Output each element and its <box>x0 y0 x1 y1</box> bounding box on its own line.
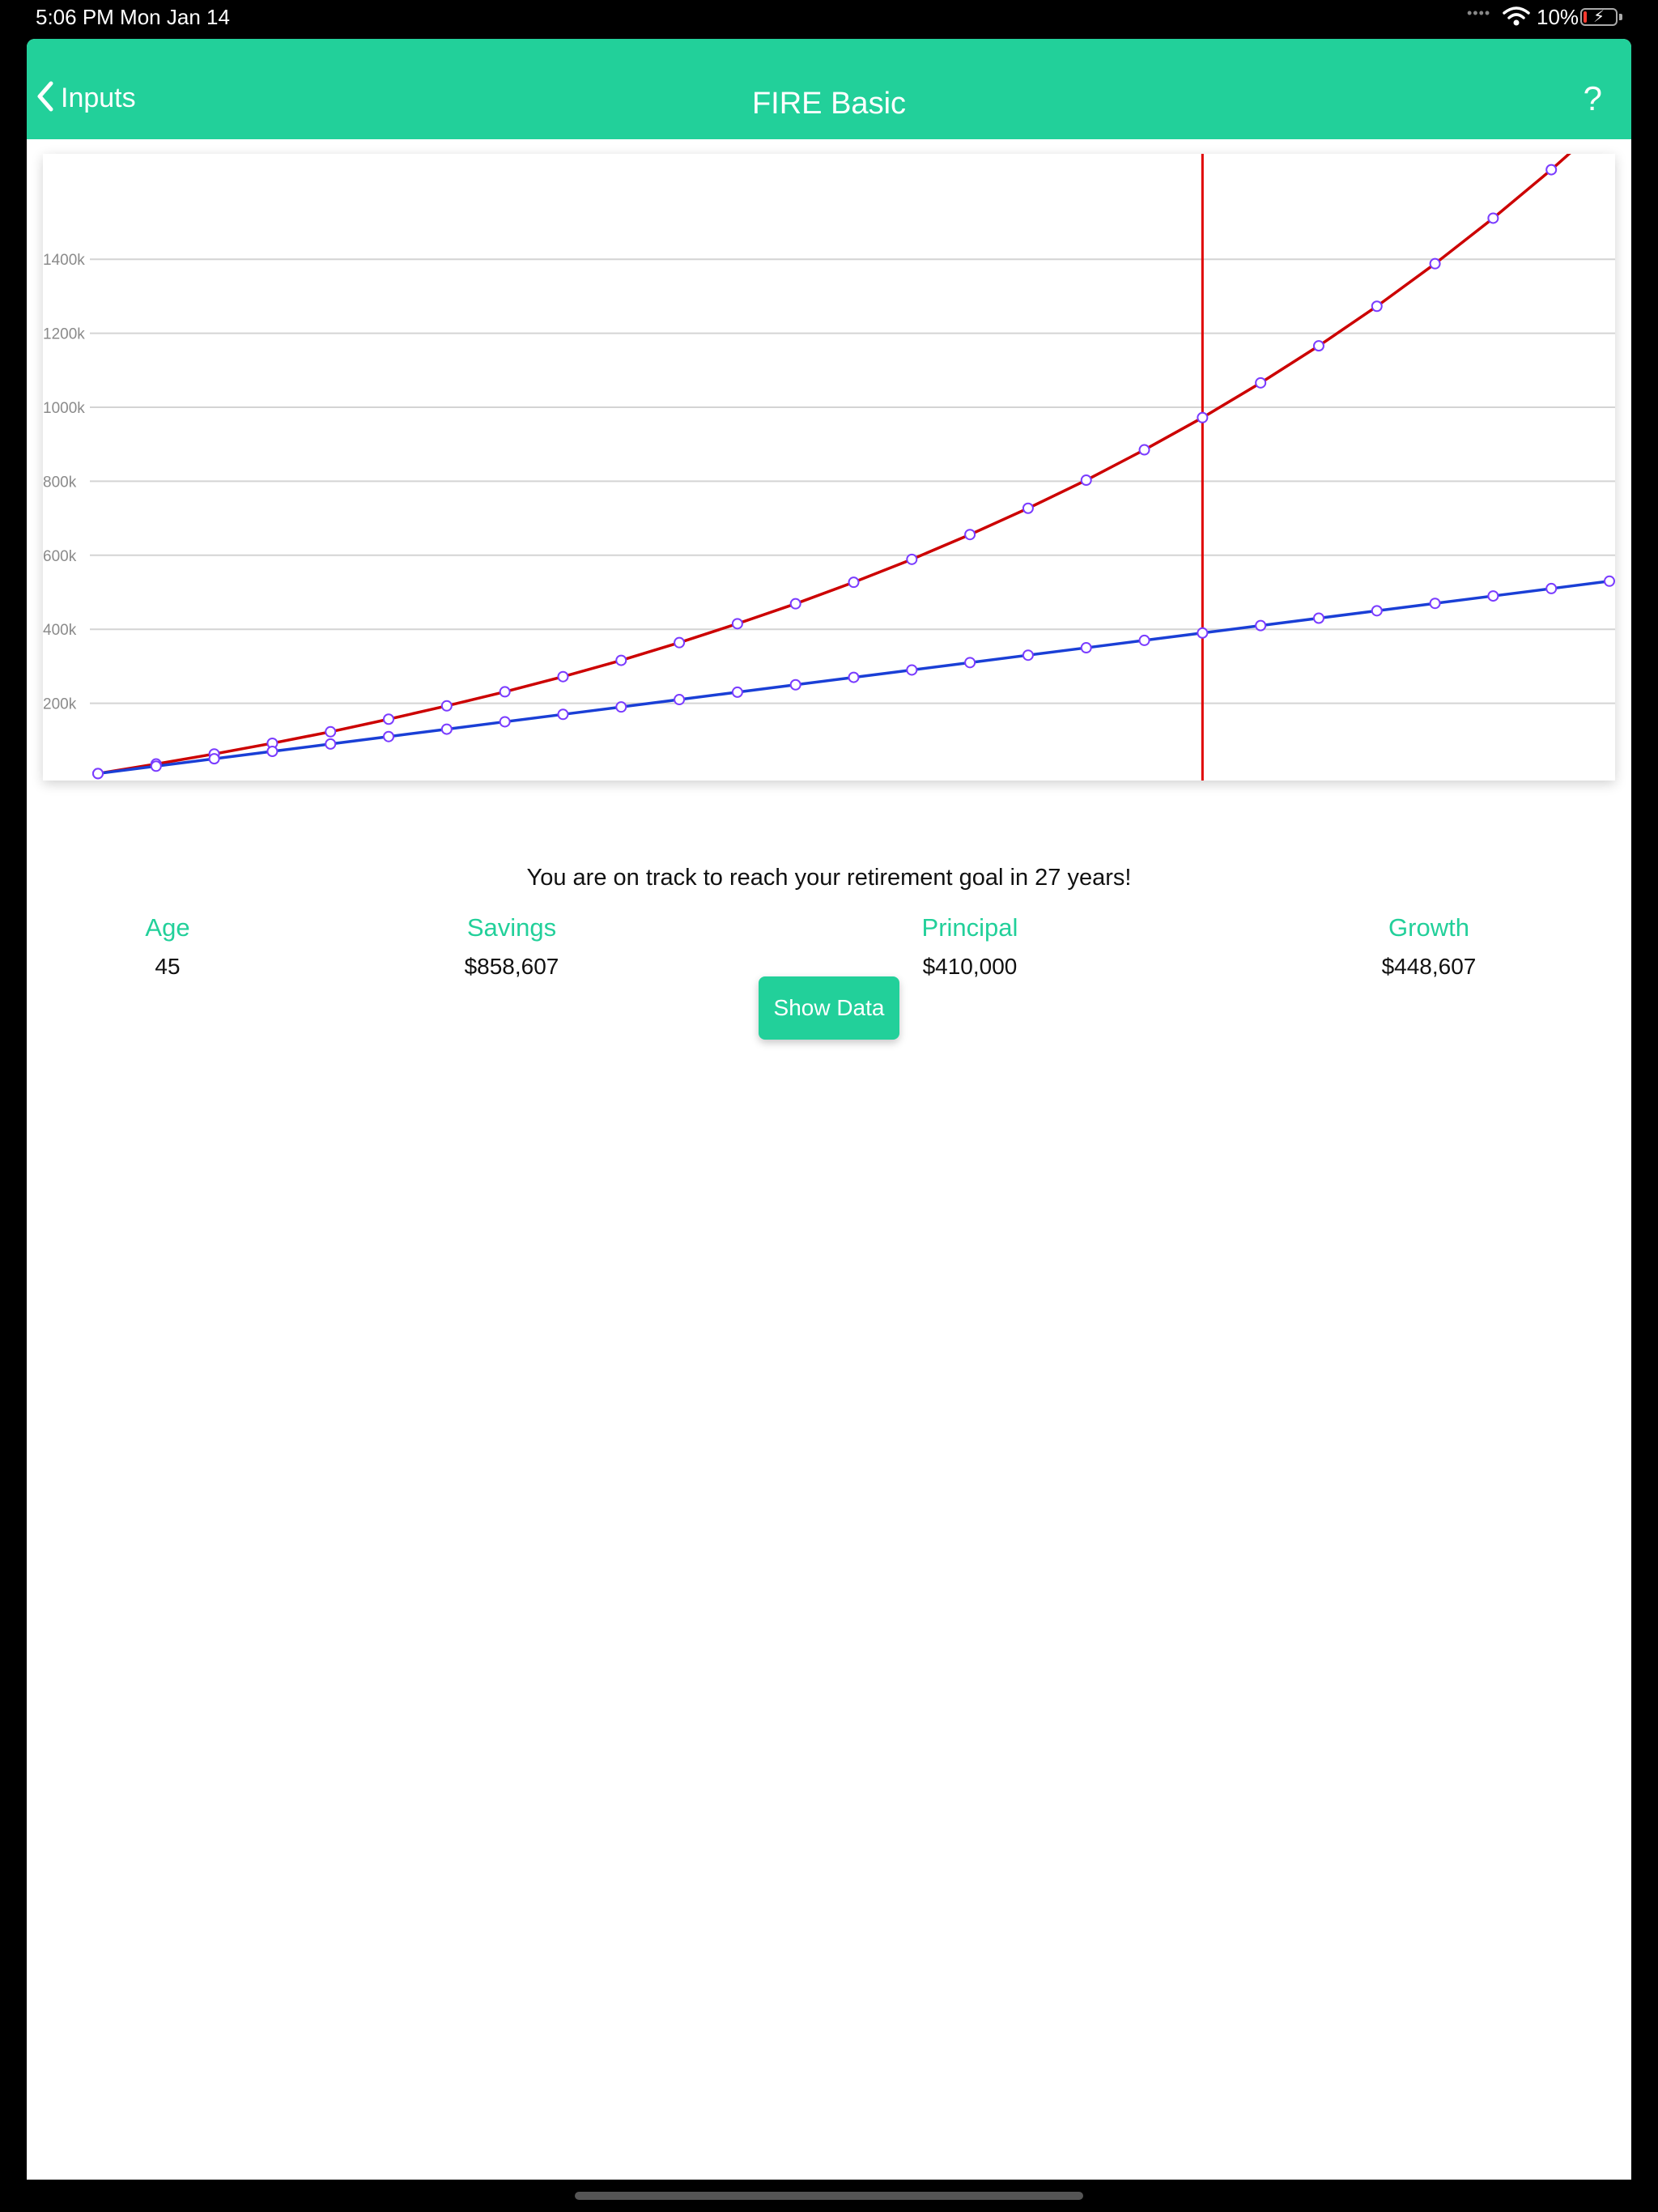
data-point <box>1022 649 1034 661</box>
help-button[interactable]: ? <box>1584 79 1602 118</box>
result-message: You are on track to reach your retiremen… <box>526 865 1132 891</box>
data-point <box>1487 590 1499 602</box>
data-point <box>557 670 569 683</box>
data-point <box>1371 300 1383 313</box>
data-point <box>499 716 511 728</box>
data-point <box>906 553 918 565</box>
data-point <box>440 723 453 735</box>
data-point <box>1429 257 1441 270</box>
battery-percent: 10% <box>1537 5 1579 29</box>
back-button-label: Inputs <box>61 82 136 113</box>
cellular-signal-icon: •••• <box>1467 5 1491 21</box>
data-point <box>1138 444 1150 456</box>
data-point <box>1022 502 1034 514</box>
stat-label: Principal <box>921 913 1018 942</box>
data-point <box>1080 474 1092 487</box>
savings-chart: 200k 400k 600k 800k 1000k 1200k 1400k <box>43 154 1615 781</box>
status-time: 5:06 PM Mon Jan 14 <box>36 5 230 29</box>
battery-icon: ⚡ <box>1580 8 1618 26</box>
chart-svg: 200k 400k 600k 800k 1000k 1200k 1400k <box>43 154 1615 781</box>
data-point <box>557 708 569 721</box>
stat-savings: Savings $858,607 <box>350 913 674 980</box>
stat-label: Savings <box>466 913 557 942</box>
data-point <box>906 664 918 676</box>
data-point <box>964 657 976 669</box>
data-point <box>150 760 162 772</box>
data-point <box>499 686 511 698</box>
y-tick-label: 800k <box>43 474 77 491</box>
data-point <box>383 713 395 725</box>
data-point <box>1255 619 1267 632</box>
stat-value: $858,607 <box>464 954 559 979</box>
data-point <box>674 694 686 706</box>
data-point <box>789 598 801 610</box>
data-point <box>1312 612 1324 624</box>
y-tick-label: 400k <box>43 622 77 639</box>
y-tick-label: 600k <box>43 548 77 565</box>
show-data-button[interactable]: Show Data <box>759 976 899 1040</box>
stats-row: Age 45 Savings $858,607 Principal $410,0… <box>27 913 1631 986</box>
data-point <box>266 746 278 758</box>
data-point <box>615 701 627 713</box>
stat-label: Age <box>145 913 190 942</box>
chevron-left-icon <box>35 80 56 117</box>
data-point <box>1080 642 1092 654</box>
data-point <box>789 678 801 691</box>
data-point <box>674 636 686 649</box>
data-point <box>440 700 453 712</box>
data-point <box>383 730 395 742</box>
data-point <box>1197 411 1209 423</box>
data-point <box>1255 376 1267 389</box>
data-point <box>1312 340 1324 352</box>
stat-age: Age 45 <box>27 913 329 980</box>
data-point <box>1371 605 1383 617</box>
stat-label: Growth <box>1388 913 1469 942</box>
data-point <box>1545 164 1558 176</box>
y-tick-label: 200k <box>43 696 77 713</box>
stat-value: $448,607 <box>1381 954 1477 979</box>
status-bar: 5:06 PM Mon Jan 14 •••• 10% ⚡ <box>0 0 1658 37</box>
data-point <box>1138 634 1150 646</box>
navigation-bar: Inputs FIRE Basic ? <box>27 39 1631 139</box>
page-title: FIRE Basic <box>751 87 907 121</box>
y-tick-label: 1000k <box>43 400 85 417</box>
wifi-icon <box>1503 5 1530 33</box>
data-point <box>964 529 976 541</box>
data-point <box>1197 627 1209 639</box>
data-point <box>325 738 337 750</box>
y-tick-label: 1200k <box>43 326 85 343</box>
data-point <box>325 725 337 738</box>
data-point <box>1429 598 1441 610</box>
app-window: Inputs FIRE Basic ? 200k 400k 600k 800k 1000… <box>27 39 1631 2180</box>
data-point <box>1545 582 1558 594</box>
stat-principal: Principal $410,000 <box>808 913 1132 980</box>
data-point <box>848 576 860 589</box>
y-tick-label: 1400k <box>43 252 85 269</box>
data-point <box>1487 212 1499 224</box>
data-point <box>615 654 627 666</box>
data-point <box>731 686 743 698</box>
stat-growth: Growth $448,607 <box>1267 913 1591 980</box>
back-button[interactable]: Inputs <box>35 78 136 118</box>
home-indicator[interactable] <box>575 2192 1083 2200</box>
data-point <box>208 753 220 765</box>
stat-value: 45 <box>155 954 181 979</box>
data-point <box>731 618 743 630</box>
data-point <box>92 768 104 780</box>
data-point <box>848 671 860 683</box>
data-point <box>1604 575 1615 587</box>
